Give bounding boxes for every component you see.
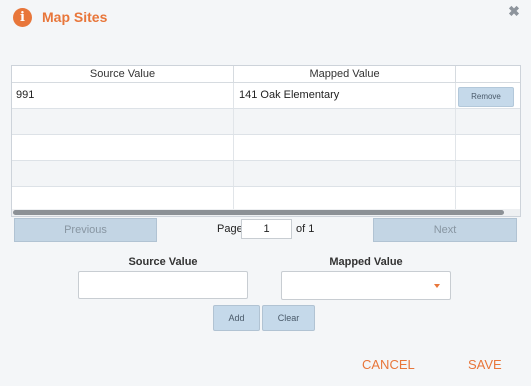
- next-page-button[interactable]: Next: [373, 218, 517, 242]
- page-number-input[interactable]: [241, 219, 292, 239]
- action-cell: [456, 161, 520, 186]
- page-label: Page: [217, 223, 243, 235]
- close-icon[interactable]: ✖: [507, 4, 521, 18]
- mapping-grid: Source Value Mapped Value 991 141 Oak El…: [11, 65, 521, 217]
- column-header-mapped-value[interactable]: Mapped Value: [234, 66, 456, 82]
- grid-header: Source Value Mapped Value: [12, 66, 520, 83]
- table-row[interactable]: 991 141 Oak Elementary Remove: [12, 83, 520, 109]
- source-value-label: Source Value: [128, 256, 198, 268]
- column-header-source-value[interactable]: Source Value: [12, 66, 234, 82]
- column-header-actions: [456, 66, 520, 82]
- mapped-value-cell: [234, 135, 456, 160]
- mapped-value-label: Mapped Value: [329, 256, 403, 268]
- horizontal-scrollbar[interactable]: [12, 209, 520, 216]
- grid-rows: 991 141 Oak Elementary Remove: [12, 83, 520, 213]
- table-row: [12, 135, 520, 161]
- action-cell: [456, 135, 520, 160]
- mapped-value-select[interactable]: [281, 271, 451, 300]
- add-button[interactable]: Add: [213, 305, 260, 331]
- mapped-value-cell: 141 Oak Elementary: [234, 83, 456, 108]
- source-value-cell: [12, 135, 234, 160]
- mapped-value-cell: [234, 161, 456, 186]
- mapped-value-cell: [234, 109, 456, 134]
- table-row: [12, 161, 520, 187]
- source-value-cell: [12, 161, 234, 186]
- remove-button[interactable]: Remove: [458, 87, 514, 107]
- clear-button[interactable]: Clear: [262, 305, 315, 331]
- cancel-button[interactable]: CANCEL: [362, 357, 415, 372]
- map-sites-dialog: i Map Sites ✖ Source Value Mapped Value …: [0, 0, 531, 386]
- chevron-down-icon: [434, 284, 440, 288]
- source-value-input[interactable]: [78, 271, 248, 299]
- source-value-cell: [12, 109, 234, 134]
- previous-page-button[interactable]: Previous: [14, 218, 157, 242]
- page-count-label: of 1: [296, 223, 315, 235]
- source-value-cell: 991: [12, 83, 234, 108]
- scrollbar-thumb[interactable]: [13, 210, 504, 215]
- info-icon: i: [13, 8, 32, 27]
- action-cell: [456, 109, 520, 134]
- table-row: [12, 109, 520, 135]
- dialog-title: Map Sites: [42, 9, 108, 25]
- save-button[interactable]: SAVE: [468, 357, 502, 372]
